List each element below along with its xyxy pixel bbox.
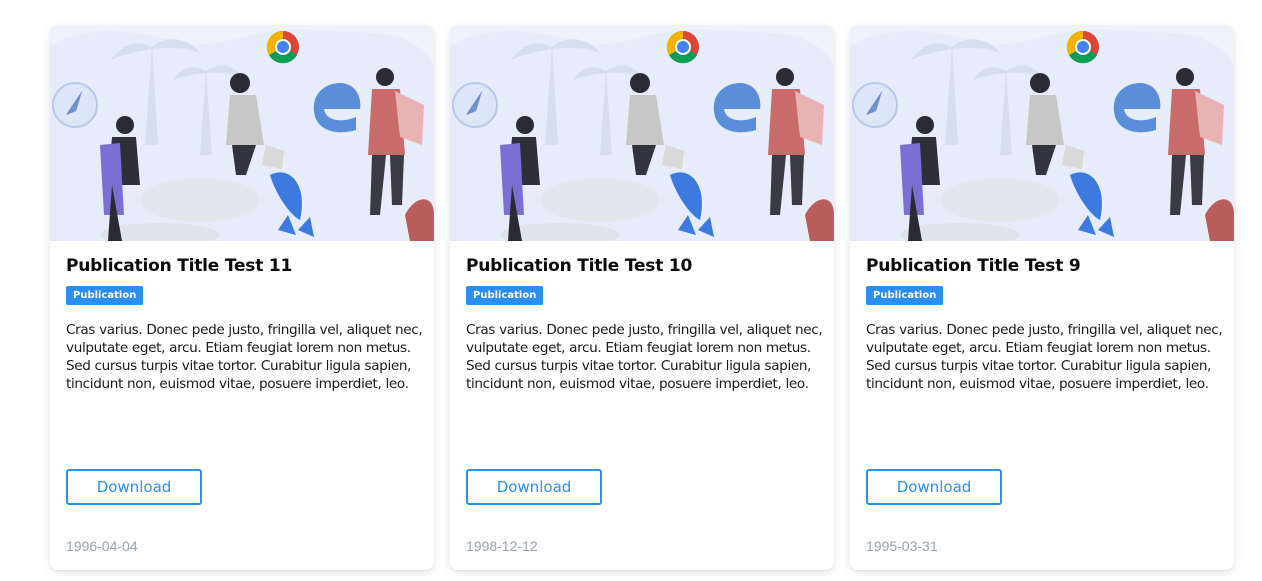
publication-description: Cras varius. Donec pede justo, fringilla…: [466, 322, 823, 392]
browsers-illustration: [450, 25, 834, 241]
publication-date: 1998-12-12: [466, 538, 538, 554]
browsers-illustration: [50, 25, 434, 241]
safari-icon: [452, 82, 498, 128]
publication-card: Publication Title Test 11 Publication Cr…: [50, 25, 434, 570]
category-badge: Publication: [66, 286, 144, 305]
card-body: Publication Title Test 10 Publication Cr…: [466, 241, 823, 570]
chrome-icon: [666, 30, 699, 64]
publication-image: [450, 25, 834, 241]
category-badge: Publication: [466, 286, 544, 305]
download-button[interactable]: Download: [66, 469, 202, 505]
card-body: Publication Title Test 9 Publication Cra…: [866, 241, 1223, 570]
publication-title[interactable]: Publication Title Test 11: [66, 256, 292, 276]
publication-image: [50, 25, 434, 241]
publication-description: Cras varius. Donec pede justo, fringilla…: [66, 322, 423, 392]
publication-card: Publication Title Test 10 Publication Cr…: [450, 25, 834, 570]
safari-icon: [852, 82, 898, 128]
publication-card: Publication Title Test 9 Publication Cra…: [850, 25, 1234, 570]
publication-description: Cras varius. Donec pede justo, fringilla…: [866, 322, 1223, 392]
browsers-illustration: [850, 25, 1234, 241]
chrome-icon: [266, 30, 299, 64]
download-button[interactable]: Download: [866, 469, 1002, 505]
publication-image: [850, 25, 1234, 241]
publication-date: 1996-04-04: [66, 538, 138, 554]
publication-date: 1995-03-31: [866, 538, 938, 554]
publication-grid: Publication Title Test 11 Publication Cr…: [50, 25, 1234, 570]
category-badge: Publication: [866, 286, 944, 305]
safari-icon: [52, 82, 98, 128]
publication-title[interactable]: Publication Title Test 10: [466, 256, 692, 276]
chrome-icon: [1066, 30, 1099, 64]
download-button[interactable]: Download: [466, 469, 602, 505]
publication-title[interactable]: Publication Title Test 9: [866, 256, 1081, 276]
card-body: Publication Title Test 11 Publication Cr…: [66, 241, 423, 570]
